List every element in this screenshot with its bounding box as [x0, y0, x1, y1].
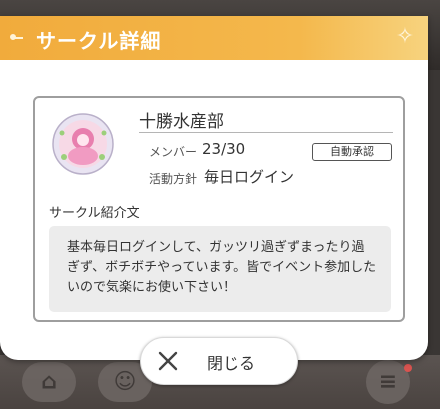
intro-text: 基本毎日ログインして、ガッツリ過ぎずまったり過ぎず、ボチボチやっています。皆でイ…	[67, 240, 377, 295]
name-divider	[139, 132, 393, 133]
circle-info-card: 十勝水産部 メンバー 23/30 自動承認 活動方針 毎日ログイン サークル紹介…	[33, 96, 405, 322]
face-icon: ☺	[113, 369, 137, 395]
avatar-emblem-icon	[52, 113, 114, 175]
title-marker-icon	[8, 32, 23, 42]
close-button[interactable]: 閉じる	[140, 337, 298, 385]
close-button-label: 閉じる	[207, 354, 256, 373]
circle-avatar	[52, 113, 114, 175]
dialog-title-bar: サークル詳細 ✧	[0, 16, 428, 60]
home-icon: ⌂	[41, 369, 57, 395]
notification-dot	[404, 364, 412, 372]
close-icon	[158, 351, 178, 371]
policy-label: 活動方針	[149, 172, 198, 186]
circle-name: 十勝水産部	[139, 112, 224, 132]
circle-detail-dialog: サークル詳細 ✧ 十勝水産部 メンバー 23/30 自動承認 活動方針 毎日ログ…	[0, 16, 428, 360]
background-home-button: ⌂	[22, 362, 76, 402]
dialog-title: サークル詳細	[36, 29, 162, 53]
member-count: 23/30	[202, 140, 246, 158]
auto-approve-badge: 自動承認	[312, 143, 392, 161]
policy-value: 毎日ログイン	[204, 168, 295, 186]
intro-label: サークル紹介文	[49, 206, 140, 221]
member-label: メンバー	[149, 145, 198, 159]
intro-box: 基本毎日ログインして、ガッツリ過ぎずまったり過ぎず、ボチボチやっています。皆でイ…	[49, 226, 391, 312]
menu-icon: ≡	[378, 369, 398, 395]
sparkle-icon: ✧	[395, 24, 415, 49]
